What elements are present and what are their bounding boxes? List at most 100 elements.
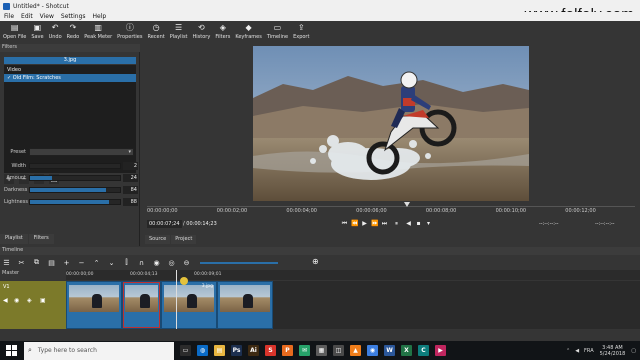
- timeline-clip[interactable]: 3.jpg: [161, 281, 217, 329]
- player-playhead[interactable]: [404, 202, 410, 207]
- folder-button[interactable]: ▤ Open File: [3, 21, 26, 44]
- split-icon[interactable]: ⫿: [122, 258, 131, 267]
- rewind-icon[interactable]: ⏪: [351, 220, 358, 228]
- copy-icon[interactable]: ⧉: [32, 258, 41, 267]
- menu-view[interactable]: View: [40, 13, 54, 20]
- fast-forward-icon[interactable]: ⏩: [371, 220, 378, 228]
- menu-icon[interactable]: ☰: [2, 258, 11, 267]
- param-slider[interactable]: [29, 163, 121, 169]
- timeline-ruler[interactable]: 00:00:00;00 00:00:04;13 00:00:09;01: [66, 270, 640, 280]
- param-slider[interactable]: [29, 175, 121, 181]
- out-point[interactable]: --:--:--:--: [593, 220, 617, 228]
- filters-button[interactable]: ◈ Filters: [215, 21, 230, 44]
- illustrator-icon[interactable]: Ai: [248, 345, 259, 356]
- app-green-icon[interactable]: ✉: [299, 345, 310, 356]
- timeline-clip[interactable]: [217, 281, 273, 329]
- playlist-button[interactable]: ☰ Playlist: [170, 21, 188, 44]
- tab-source[interactable]: Source: [145, 235, 171, 244]
- app-teal-icon[interactable]: C: [418, 345, 429, 356]
- keyframes-button[interactable]: ◆ Keyframes: [235, 21, 262, 44]
- tab-filters[interactable]: Filters: [28, 234, 54, 244]
- app-orange-icon[interactable]: P: [282, 345, 293, 356]
- in-point[interactable]: --:--:--:--: [537, 220, 561, 228]
- chrome-icon[interactable]: ◉: [367, 345, 378, 356]
- param-value[interactable]: 2: [123, 162, 138, 170]
- ripple-icon[interactable]: ◎: [167, 258, 176, 267]
- windows-start-button[interactable]: [6, 344, 18, 357]
- paste-icon[interactable]: ▤: [47, 258, 56, 267]
- menu-file[interactable]: File: [4, 13, 14, 20]
- cut-icon[interactable]: ✂: [17, 258, 26, 267]
- composite-icon[interactable]: ◈: [27, 297, 32, 304]
- export-button[interactable]: ⇪ Export: [293, 21, 309, 44]
- skip-to-end-icon[interactable]: ⏭: [381, 220, 388, 228]
- peak-meter-button[interactable]: ▥ Peak Meter: [84, 21, 112, 44]
- zoom-in-icon[interactable]: ⊕: [312, 257, 319, 266]
- calculator-icon[interactable]: ▦: [316, 345, 327, 356]
- word-icon[interactable]: W: [384, 345, 395, 356]
- app-pink-icon[interactable]: ▶: [435, 345, 446, 356]
- remove-icon[interactable]: −: [77, 258, 86, 267]
- excel-icon[interactable]: X: [401, 345, 412, 356]
- filter-list[interactable]: Video ✓ Old Film: Scratches: [4, 65, 136, 173]
- undo-button[interactable]: ↶ Undo: [49, 21, 62, 44]
- explorer-icon[interactable]: ▤: [214, 345, 225, 356]
- snap-icon[interactable]: ∩: [137, 258, 146, 267]
- task-view-icon[interactable]: ▭: [180, 345, 191, 356]
- track-area-v1[interactable]: 3.jpg: [66, 281, 640, 329]
- append-icon[interactable]: +: [62, 258, 71, 267]
- skip-to-start-icon[interactable]: ⏮: [341, 220, 348, 228]
- param-value[interactable]: 88: [123, 198, 138, 206]
- param-slider[interactable]: [29, 199, 121, 205]
- timeline-clip[interactable]: [66, 281, 122, 329]
- redo-button[interactable]: ↷ Redo: [67, 21, 80, 44]
- history-button[interactable]: ⟲ History: [193, 21, 211, 44]
- preset-select[interactable]: ▾: [29, 148, 134, 156]
- filters-panel-title: Filters: [0, 44, 140, 52]
- timeline-button[interactable]: ▭ Timeline: [267, 21, 288, 44]
- lift-icon[interactable]: ⌃: [92, 258, 101, 267]
- zoom-out-icon[interactable]: ⊖: [182, 258, 191, 267]
- recent-button[interactable]: ◷ Recent: [147, 21, 164, 44]
- tab-playlist[interactable]: Playlist: [0, 234, 28, 244]
- timeline-playhead[interactable]: [176, 270, 177, 329]
- zoom-icon[interactable]: ▪: [415, 220, 422, 228]
- hide-icon[interactable]: ◉: [14, 297, 19, 304]
- timeline-zoom-slider[interactable]: [200, 262, 278, 264]
- param-label: Amount: [6, 175, 26, 181]
- lock-icon[interactable]: ▣: [40, 297, 46, 304]
- timeline-clip[interactable]: [122, 281, 161, 329]
- app-gray-icon[interactable]: ◫: [333, 345, 344, 356]
- notification-icon[interactable]: ▢: [631, 348, 636, 354]
- store-icon[interactable]: ◍: [197, 345, 208, 356]
- overwrite-icon[interactable]: ⌄: [107, 258, 116, 267]
- taskbar-search[interactable]: ⌕ Type here to search: [24, 341, 174, 360]
- properties-button[interactable]: ⓘ Properties: [117, 21, 142, 44]
- scrub-icon[interactable]: ◉: [152, 258, 161, 267]
- current-timecode[interactable]: 00:00:07;24: [147, 220, 182, 228]
- clock[interactable]: 3:48 AM 5/24/2018: [600, 345, 626, 357]
- menu-help[interactable]: Help: [93, 13, 107, 20]
- save-button[interactable]: ▣ Save: [31, 21, 43, 44]
- mute-icon[interactable]: ◀: [3, 297, 8, 304]
- filter-item-old-film-scratches[interactable]: ✓ Old Film: Scratches: [4, 74, 136, 82]
- pause-icon[interactable]: ⏸: [393, 220, 400, 228]
- menu-settings[interactable]: Settings: [61, 13, 86, 20]
- photoshop-icon[interactable]: Ps: [231, 345, 242, 356]
- player-ruler[interactable]: 00:00:00;00 00:00:02;00 00:00:04;00 00:00:0…: [147, 206, 635, 216]
- vlc-icon[interactable]: ▲: [350, 345, 361, 356]
- volume-tray-icon[interactable]: ◀: [575, 348, 579, 354]
- tray-chevron-icon[interactable]: ⌃: [566, 348, 570, 354]
- param-slider[interactable]: [29, 187, 121, 193]
- grid-icon[interactable]: ▾: [425, 220, 432, 228]
- tab-project[interactable]: Project: [171, 235, 197, 244]
- language-indicator[interactable]: FRA: [584, 348, 594, 354]
- app-red-icon[interactable]: S: [265, 345, 276, 356]
- volume-icon[interactable]: ◀: [405, 220, 412, 228]
- track-header-v1[interactable]: V1 ◀ ◉ ◈ ▣: [0, 281, 66, 329]
- param-value[interactable]: 24: [123, 174, 138, 182]
- param-value[interactable]: 84: [123, 186, 138, 194]
- play-icon[interactable]: ▶: [361, 220, 368, 228]
- video-preview[interactable]: [253, 46, 529, 201]
- menu-edit[interactable]: Edit: [21, 13, 33, 20]
